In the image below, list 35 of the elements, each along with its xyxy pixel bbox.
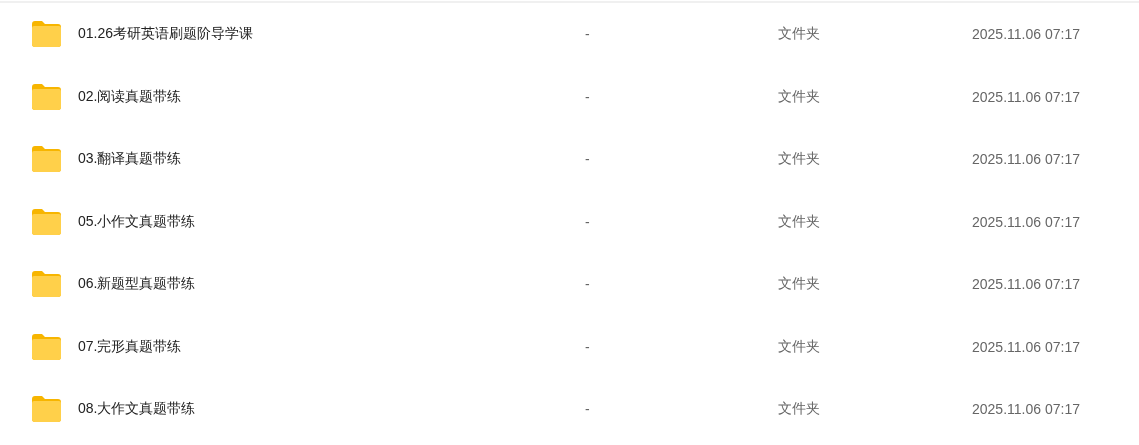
- modified-date: 2025.11.06 07:17: [972, 213, 1080, 230]
- file-size: -: [585, 213, 590, 230]
- modified-date: 2025.11.06 07:17: [972, 276, 1080, 293]
- folder-icon: [30, 20, 62, 49]
- modified-date: 2025.11.06 07:17: [972, 151, 1080, 168]
- file-size: -: [585, 26, 590, 43]
- folder-icon: [30, 207, 62, 236]
- file-type: 文件夹: [778, 150, 820, 167]
- folder-icon: [30, 270, 62, 299]
- file-type: 文件夹: [778, 337, 820, 354]
- file-size: -: [585, 401, 590, 418]
- folder-icon: [30, 145, 62, 174]
- folder-icon: [30, 395, 62, 424]
- file-name[interactable]: 08.大作文真题带练: [78, 400, 196, 417]
- file-size: -: [585, 276, 590, 293]
- file-type: 文件夹: [778, 25, 820, 42]
- modified-date: 2025.11.06 07:17: [972, 338, 1080, 355]
- file-type: 文件夹: [778, 87, 820, 104]
- file-type: 文件夹: [778, 275, 820, 292]
- folder-icon: [30, 332, 62, 361]
- file-name[interactable]: 03.翻译真题带练: [78, 150, 182, 167]
- file-name[interactable]: 05.小作文真题带练: [78, 212, 196, 229]
- file-type: 文件夹: [778, 212, 820, 229]
- file-type: 文件夹: [778, 400, 820, 417]
- modified-date: 2025.11.06 07:17: [972, 26, 1080, 43]
- file-name[interactable]: 07.完形真题带练: [78, 337, 182, 354]
- modified-date: 2025.11.06 07:17: [972, 88, 1080, 105]
- folder-icon: [30, 82, 62, 111]
- file-name[interactable]: 01.26考研英语刷题阶导学课: [78, 25, 254, 42]
- file-name[interactable]: 06.新题型真题带练: [78, 275, 196, 292]
- file-size: -: [585, 88, 590, 105]
- file-size: -: [585, 151, 590, 168]
- modified-date: 2025.11.06 07:17: [972, 401, 1080, 418]
- file-size: -: [585, 338, 590, 355]
- file-name[interactable]: 02.阅读真题带练: [78, 87, 182, 104]
